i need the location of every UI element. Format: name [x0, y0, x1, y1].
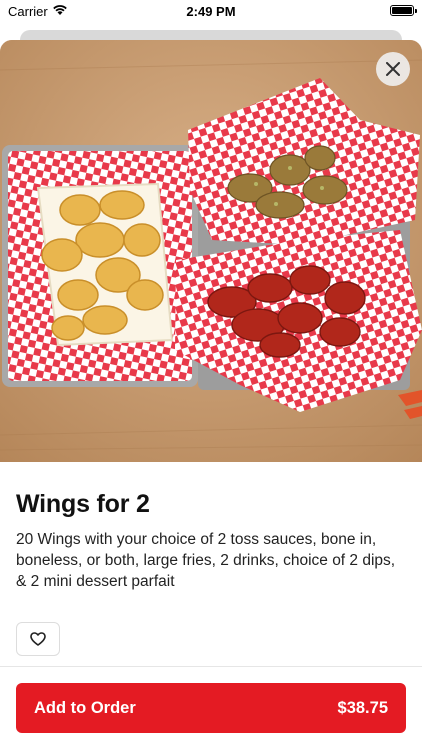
item-info: Wings for 2 20 Wings with your choice of… [0, 462, 422, 656]
close-button[interactable] [376, 52, 410, 86]
order-footer: Add to Order $38.75 [0, 666, 422, 750]
add-to-order-button[interactable]: Add to Order $38.75 [16, 683, 406, 733]
clock: 2:49 PM [186, 4, 236, 19]
heart-icon [30, 632, 46, 646]
close-icon [386, 62, 400, 76]
item-title: Wings for 2 [16, 490, 150, 518]
food-photo-icon [0, 40, 422, 462]
status-bar: Carrier 2:49 PM [0, 0, 422, 22]
item-description: 20 Wings with your choice of 2 toss sauc… [16, 531, 396, 590]
item-detail-sheet: Wings for 2 20 Wings with your choice of… [0, 40, 422, 750]
order-price: $38.75 [337, 698, 388, 717]
battery-icon [390, 5, 417, 16]
add-to-order-label: Add to Order [34, 698, 136, 717]
item-photo [0, 40, 422, 462]
favorite-button[interactable] [16, 622, 60, 656]
